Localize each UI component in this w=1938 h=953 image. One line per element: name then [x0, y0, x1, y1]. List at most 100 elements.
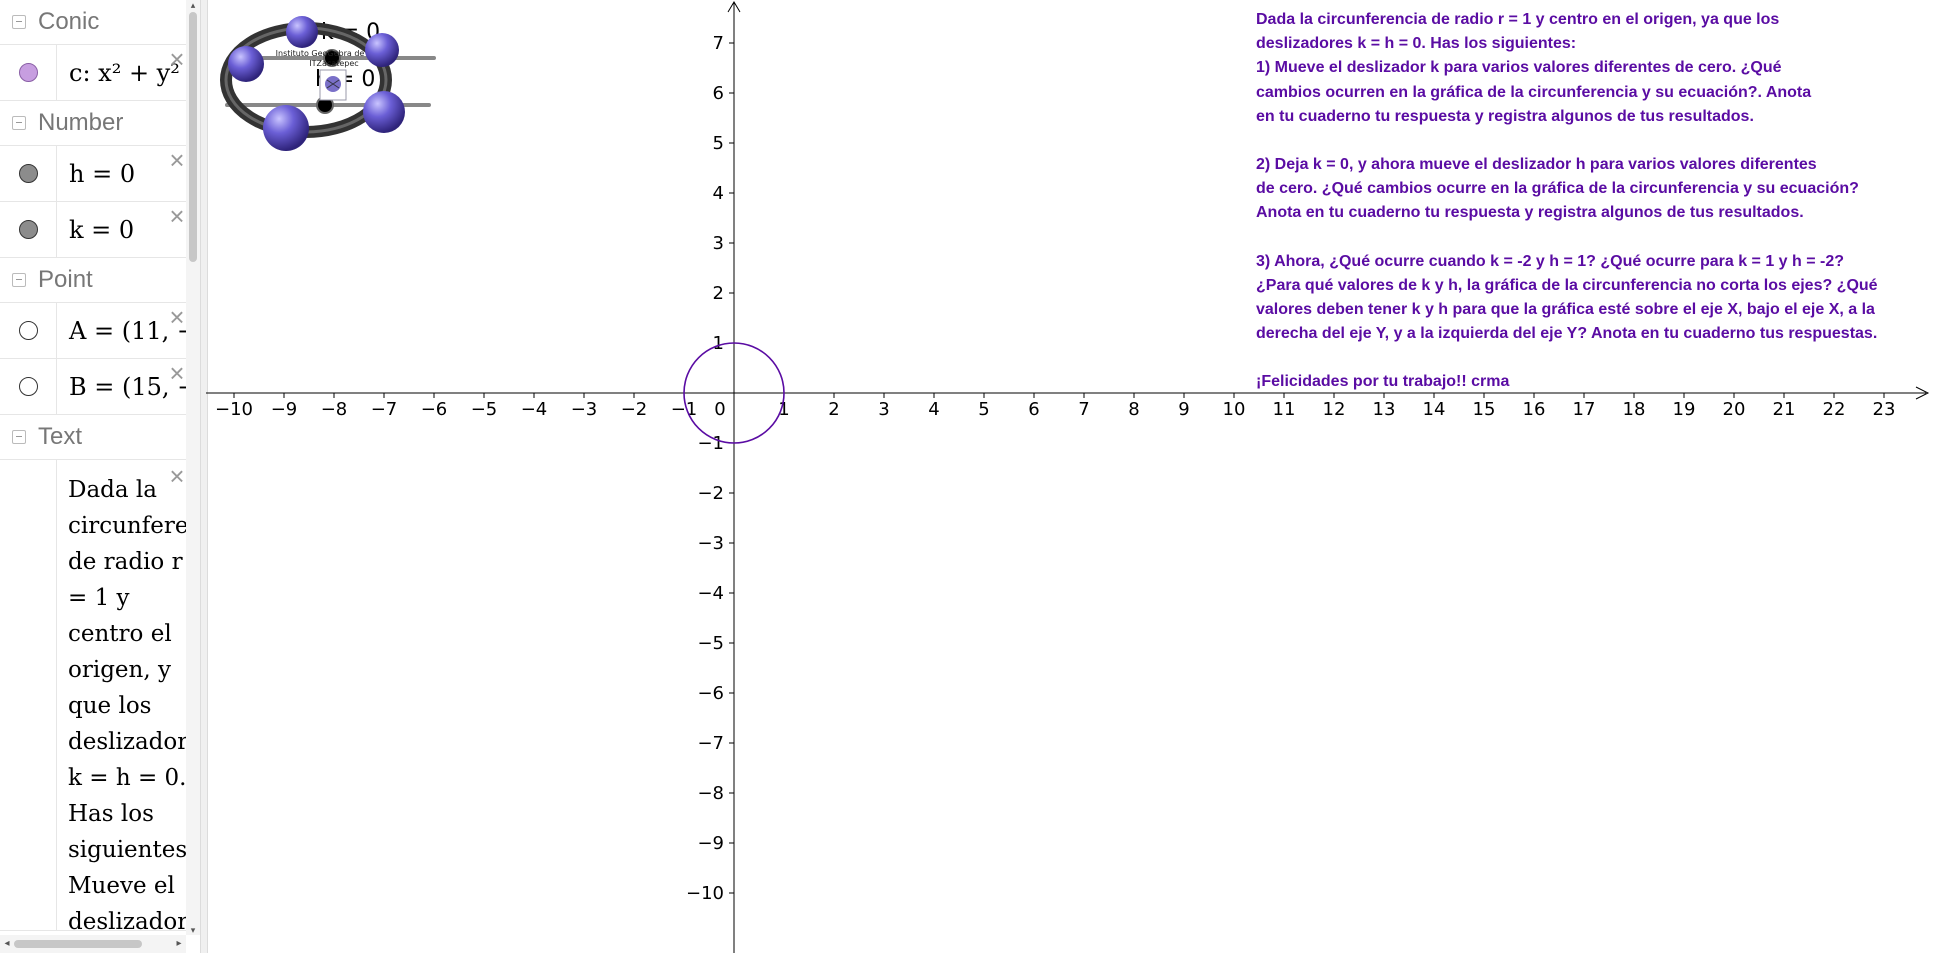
algebra-expression[interactable]: A = (11, − — [57, 317, 186, 345]
category-label: Conic — [38, 8, 100, 35]
instructions-line: 2) Deja k = 0, y ahora mueve el deslizad… — [1256, 156, 1817, 174]
collapse-icon[interactable] — [12, 430, 26, 444]
marble-icon[interactable] — [18, 377, 38, 396]
algebra-item-text[interactable]: Dada la circunferen de radio r = 1 y cen… — [0, 460, 186, 931]
close-icon[interactable]: × — [168, 203, 186, 229]
algebra-expression[interactable]: k = 0 — [57, 216, 134, 244]
visibility-toggle[interactable] — [0, 359, 57, 414]
y-tick-label: −4 — [697, 583, 724, 604]
collapse-icon[interactable] — [12, 273, 26, 287]
algebra-item-k[interactable]: k = 0 × — [0, 202, 186, 258]
logo-emblem — [319, 69, 347, 101]
category-header-conic[interactable]: Conic — [0, 0, 186, 45]
scroll-down-icon[interactable]: ▾ — [187, 925, 199, 935]
visibility-toggle-empty[interactable] — [0, 460, 57, 930]
algebra-view: Conic c: x² + y² = × Number h = 0 × k = … — [0, 0, 200, 953]
close-icon[interactable]: × — [168, 147, 186, 173]
x-tick-label: −4 — [521, 399, 548, 420]
logo-sphere — [263, 105, 309, 151]
x-tick-label: −5 — [471, 399, 498, 420]
x-tick-label: 21 — [1773, 399, 1796, 420]
marble-icon[interactable] — [18, 220, 38, 239]
close-icon[interactable]: × — [168, 463, 186, 489]
scroll-up-icon[interactable]: ▴ — [187, 0, 199, 10]
y-tick-label: −2 — [697, 483, 724, 504]
x-tick-label: 13 — [1373, 399, 1396, 420]
x-tick-label: 0 — [714, 399, 725, 420]
y-tick-label: −6 — [697, 683, 724, 704]
x-tick-label: 19 — [1673, 399, 1696, 420]
vertical-scrollbar[interactable]: ▴ ▾ — [186, 0, 200, 935]
visibility-toggle[interactable] — [0, 45, 57, 100]
category-header-point[interactable]: Point — [0, 258, 186, 303]
algebra-item-conic-c[interactable]: c: x² + y² = × — [0, 45, 186, 101]
x-tick-label: 11 — [1273, 399, 1296, 420]
x-tick-label: 10 — [1223, 399, 1246, 420]
x-tick-label: 23 — [1873, 399, 1896, 420]
category-label: Point — [38, 266, 93, 293]
algebra-item-h[interactable]: h = 0 × — [0, 146, 186, 202]
scroll-left-icon[interactable]: ◂ — [2, 938, 12, 949]
close-icon[interactable]: × — [168, 46, 186, 72]
y-tick-label: −5 — [697, 633, 724, 654]
x-tick-label: 1 — [778, 399, 789, 420]
close-icon[interactable]: × — [168, 360, 186, 386]
category-header-text[interactable]: Text — [0, 415, 186, 460]
instructions-line: cambios ocurren en la gráfica de la circ… — [1256, 83, 1812, 101]
visibility-toggle[interactable] — [0, 146, 57, 201]
x-tick-label: −1 — [671, 399, 698, 420]
category-header-number[interactable]: Number — [0, 101, 186, 146]
y-tick-label: 4 — [713, 183, 724, 204]
geogebra-institute-logo[interactable]: Instituto GeoGebra de ITZacatepec — [206, 0, 406, 160]
logo-sphere — [365, 33, 399, 67]
visibility-toggle[interactable] — [0, 303, 57, 358]
x-tick-label: −6 — [421, 399, 448, 420]
instructions-line: Anota en tu cuaderno tu respuesta y regi… — [1256, 204, 1804, 222]
algebra-item-point-a[interactable]: A = (11, − × — [0, 303, 186, 359]
instructions-closing: ¡Felicidades por tu trabajo!! crma — [1256, 373, 1510, 391]
collapse-icon[interactable] — [12, 116, 26, 130]
instructions-line: de cero. ¿Qué cambios ocurre en la gráfi… — [1256, 180, 1859, 198]
x-tick-label: 2 — [828, 399, 839, 420]
graphics-view[interactable]: −10 −9 −8 −7 −6 −5 −4 −3 −2 −1 0 1 2 3 4 5 6 7 8 9 10 11 12 13 1… — [206, 0, 1938, 953]
instructions-line: derecha del eje Y, y a la izquierda del … — [1256, 325, 1878, 343]
x-tick-label: 8 — [1128, 399, 1139, 420]
marble-icon[interactable] — [18, 164, 38, 183]
scrollbar-thumb[interactable] — [189, 12, 197, 262]
y-tick-label: −7 — [697, 733, 724, 754]
x-tick-label: 12 — [1323, 399, 1346, 420]
y-tick-label: −10 — [686, 883, 724, 904]
y-tick-label: 3 — [713, 233, 724, 254]
logo-sphere — [228, 46, 264, 82]
x-tick-label: 3 — [878, 399, 889, 420]
marble-icon[interactable] — [18, 321, 38, 340]
visibility-toggle[interactable] — [0, 202, 57, 257]
x-tick-label: 9 — [1178, 399, 1189, 420]
marble-icon[interactable] — [18, 63, 38, 82]
y-tick-label: 7 — [713, 33, 724, 54]
x-tick-label: −9 — [271, 399, 298, 420]
scrollbar-thumb[interactable] — [14, 940, 142, 948]
x-tick-label: 20 — [1723, 399, 1746, 420]
x-tick-label: −3 — [571, 399, 598, 420]
algebra-item-point-b[interactable]: B = (15, − × — [0, 359, 186, 415]
y-tick-label: 2 — [713, 283, 724, 304]
algebra-list: Conic c: x² + y² = × Number h = 0 × k = … — [0, 0, 186, 931]
x-tick-label: 16 — [1523, 399, 1546, 420]
instructions-line: 1) Mueve el deslizador k para varios val… — [1256, 59, 1782, 77]
x-tick-label: −7 — [371, 399, 398, 420]
algebra-text-content[interactable]: Dada la circunferen de radio r = 1 y cen… — [68, 472, 186, 930]
y-tick-label: −3 — [697, 533, 724, 554]
instructions-text[interactable]: Dada la circunferencia de radio r = 1 y … — [1256, 8, 1896, 395]
y-tick-label: −9 — [697, 833, 724, 854]
logo-sphere — [286, 16, 318, 48]
scroll-right-icon[interactable]: ▸ — [174, 938, 184, 949]
horizontal-scrollbar[interactable]: ◂ ▸ — [0, 935, 186, 953]
x-tick-label: 22 — [1823, 399, 1846, 420]
instructions-line: deslizadores k = h = 0. Has los siguient… — [1256, 35, 1577, 53]
algebra-expression[interactable]: c: x² + y² = — [57, 59, 186, 87]
algebra-expression[interactable]: B = (15, − — [57, 373, 186, 401]
collapse-icon[interactable] — [12, 15, 26, 29]
algebra-expression[interactable]: h = 0 — [57, 160, 135, 188]
close-icon[interactable]: × — [168, 304, 186, 330]
